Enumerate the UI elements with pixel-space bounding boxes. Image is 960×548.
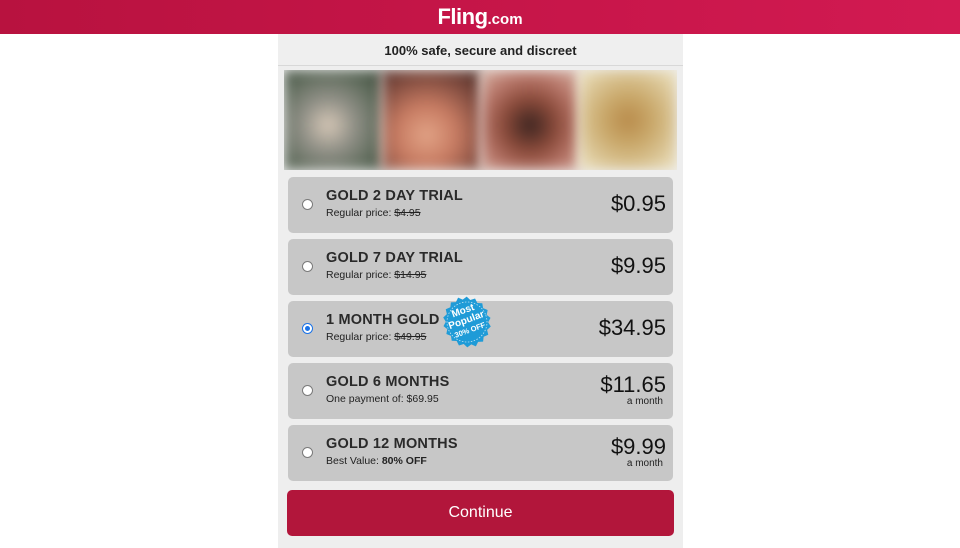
continue-button[interactable]: Continue	[287, 490, 674, 536]
plan-option-gold-12-months[interactable]: GOLD 12 MONTHS Best Value: 80% OFF $9.99…	[288, 425, 673, 481]
plan-sub-value: $4.95	[394, 207, 421, 219]
plan-radio-selected[interactable]	[302, 323, 313, 334]
plan-regular-price: Regular price: $4.95	[326, 207, 421, 219]
plan-best-value: Best Value: 80% OFF	[326, 455, 427, 467]
plan-price-unit: a month	[626, 458, 663, 469]
plan-title: 1 MONTH GOLD	[326, 312, 440, 328]
plan-sub-prefix: Best Value:	[326, 455, 382, 467]
safety-tagline: 100% safe, secure and discreet	[278, 34, 683, 66]
plan-radio[interactable]	[302, 385, 313, 396]
plan-sub-value: 80% OFF	[381, 455, 427, 467]
plan-sub-value: $69.95	[406, 393, 439, 405]
blurred-photo	[480, 70, 579, 170]
plan-regular-price: Regular price: $49.95	[326, 331, 426, 343]
plan-title: GOLD 6 MONTHS	[326, 374, 450, 390]
plan-radio[interactable]	[302, 447, 313, 458]
plan-option-1-month-gold[interactable]: 1 MONTH GOLD Regular price: $49.95 $34.9…	[288, 296, 673, 357]
plan-title: GOLD 2 DAY TRIAL	[326, 188, 463, 204]
plan-price-unit: a month	[626, 396, 663, 407]
logo-tld-text: .com	[487, 11, 523, 28]
plan-radio[interactable]	[302, 261, 313, 272]
most-popular-badge: Most Popular 30% OFF	[432, 287, 501, 356]
plan-option-gold-6-months[interactable]: GOLD 6 MONTHS One payment of: $69.95 $11…	[288, 363, 673, 419]
plan-radio[interactable]	[302, 199, 313, 210]
blurred-photo	[284, 70, 383, 170]
plan-regular-price: Regular price: $14.95	[326, 269, 426, 281]
signup-panel: 100% safe, secure and discreet GOLD 2 DA…	[278, 34, 683, 548]
plan-option-gold-2-day-trial[interactable]: GOLD 2 DAY TRIAL Regular price: $4.95 $0…	[288, 177, 673, 233]
blurred-photo	[578, 70, 677, 170]
blurred-photo	[382, 70, 481, 170]
logo-main-text: Fling	[437, 4, 488, 29]
plan-option-gold-7-day-trial[interactable]: GOLD 7 DAY TRIAL Regular price: $14.95 $…	[288, 239, 673, 295]
plan-sub-prefix: Regular price:	[326, 269, 395, 281]
plan-sub-value: $14.95	[394, 269, 427, 281]
plan-sub-prefix: Regular price:	[326, 207, 395, 219]
plan-payment-info: One payment of: $69.95	[326, 393, 439, 405]
plan-sub-prefix: Regular price:	[326, 331, 395, 343]
plan-title: GOLD 12 MONTHS	[326, 436, 458, 452]
plan-list: GOLD 2 DAY TRIAL Regular price: $4.95 $0…	[288, 177, 673, 487]
plan-price: $9.99	[610, 434, 666, 459]
plan-title: GOLD 7 DAY TRIAL	[326, 250, 463, 266]
plan-price: $34.95	[598, 315, 666, 340]
blurred-photo-strip	[284, 70, 677, 170]
plan-sub-value: $49.95	[394, 331, 427, 343]
plan-price: $0.95	[610, 191, 666, 216]
plan-sub-prefix: One payment of:	[326, 393, 407, 405]
top-bar: Fling .com	[0, 0, 960, 34]
plan-price: $11.65	[600, 372, 666, 397]
plan-price: $9.95	[610, 253, 666, 278]
fling-logo[interactable]: Fling .com	[437, 4, 522, 30]
